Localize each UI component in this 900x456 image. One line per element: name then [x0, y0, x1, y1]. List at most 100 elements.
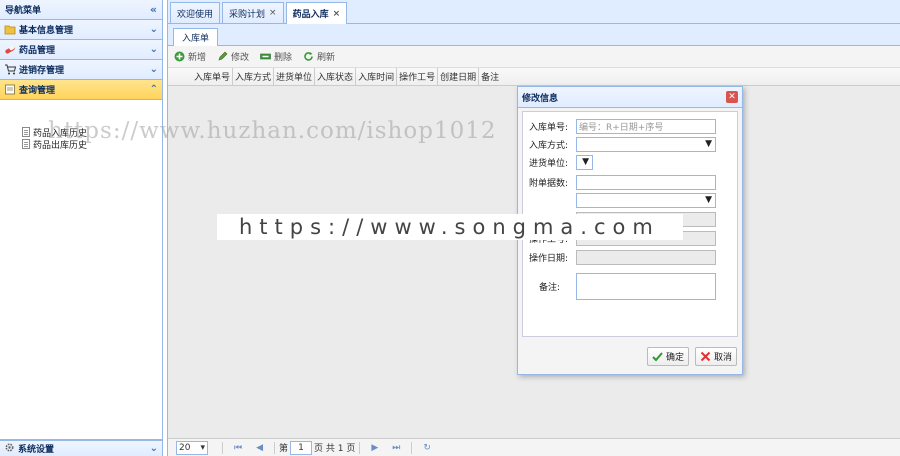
method-select[interactable]: ▼ — [576, 136, 716, 152]
tab-label: 采购计划 — [229, 9, 266, 20]
confirm-button[interactable]: 确定 — [646, 346, 689, 366]
divider — [359, 441, 361, 454]
sub-tab-label: 入库单 — [182, 34, 210, 44]
operate-date-input — [576, 249, 716, 265]
order-no-input[interactable]: 编号：R+日期+序号 — [576, 118, 716, 134]
field-label: 附单据数: — [529, 178, 569, 189]
supplier-select[interactable]: ▼ — [576, 154, 593, 170]
column-header[interactable]: 入库时间 — [356, 67, 398, 86]
dialog-footer: 确定 取消 — [518, 338, 742, 374]
delete-label: 删除 — [274, 53, 293, 63]
tab-label: 药品入库 — [292, 10, 329, 20]
navigation-panel: 导航菜单 « 基本信息管理 ⌄ 药品管理 ⌄ 进销存管理 ⌄ 查询管理 ⌃ 药品… — [0, 0, 163, 456]
divider — [222, 441, 223, 454]
column-header[interactable]: 创建日期 — [438, 67, 480, 86]
file-icon — [22, 127, 30, 137]
add-button[interactable]: 新增 — [174, 50, 206, 63]
add-icon — [174, 51, 185, 62]
cancel-icon — [700, 351, 711, 362]
page-number-input[interactable]: 1 — [290, 440, 313, 455]
nav-header: 导航菜单 « — [0, 0, 162, 20]
column-header[interactable]: 进货单位 — [274, 67, 316, 86]
prev-page-icon[interactable]: ◀ — [256, 443, 263, 453]
cancel-button[interactable]: 取消 — [694, 346, 737, 366]
dialog-header: 修改信息 ✕ — [518, 87, 742, 108]
tab-drug-inbound[interactable]: 药品入库 × — [285, 2, 348, 24]
tab-welcome[interactable]: 欢迎使用 — [170, 2, 221, 23]
sub-tab-bar: 入库单 — [168, 24, 900, 46]
edit-label: 修改 — [231, 53, 250, 63]
nav-section-basic-info[interactable]: 基本信息管理 ⌄ — [0, 20, 162, 40]
delete-button[interactable]: 删除 — [260, 50, 292, 63]
sub-tab-inbound-order[interactable]: 入库单 — [173, 28, 219, 46]
field-label: 进货单位: — [529, 158, 569, 169]
close-icon[interactable]: × — [333, 9, 341, 19]
next-page-icon[interactable]: ▶ — [371, 443, 378, 453]
tab-label: 欢迎使用 — [177, 9, 214, 20]
nav-section-label: 系统设置 — [18, 445, 55, 455]
field-row-method: 入库方式: ▼ — [529, 136, 716, 152]
field-row-supplier: 进货单位: ▼ — [529, 154, 593, 170]
nav-section-query[interactable]: 查询管理 ⌃ — [0, 80, 162, 100]
divider — [274, 441, 276, 454]
file-icon — [22, 139, 30, 149]
field-label: 入库单号: — [529, 122, 569, 133]
chevron-down-icon: ⌄ — [149, 64, 158, 75]
select-field[interactable]: ▼ — [576, 192, 716, 208]
field-row-operate-date: 操作日期: — [529, 249, 716, 265]
first-page-icon[interactable]: ⏮ — [234, 443, 242, 453]
chevron-up-icon: ⌃ — [149, 84, 158, 95]
last-page-icon[interactable]: ⏭ — [392, 443, 400, 453]
refresh-icon — [303, 51, 314, 62]
chevron-down-icon: ⌄ — [149, 44, 158, 55]
query-icon — [4, 84, 16, 95]
attach-count-input[interactable] — [576, 174, 716, 190]
field-row-attach-count: 附单据数: — [529, 174, 716, 190]
close-icon[interactable]: × — [269, 8, 277, 18]
nav-section-system-settings[interactable]: 系统设置 ⌄ — [0, 440, 162, 456]
tab-purchase-plan[interactable]: 采购计划 × — [222, 2, 284, 23]
remark-textarea[interactable] — [576, 272, 716, 300]
field-row-remark: 备注: — [529, 272, 716, 300]
field-row-hidden-select: ▼ — [529, 192, 716, 208]
tab-bar: 欢迎使用 采购计划 × 药品入库 × — [168, 0, 900, 24]
column-header[interactable]: 入库状态 — [315, 67, 357, 86]
refresh-button[interactable]: 刷新 — [303, 50, 335, 63]
watermark-middle: https://www.songma.com — [217, 214, 683, 240]
pill-icon — [4, 44, 16, 55]
chevron-down-icon: ⌄ — [149, 443, 158, 454]
remove-icon — [260, 51, 271, 62]
column-header[interactable]: 操作工号 — [397, 67, 439, 86]
reload-icon[interactable]: ↻ — [423, 443, 431, 453]
query-section-body: 药品入库历史 药品出库历史 — [0, 100, 162, 440]
field-label: 入库方式: — [529, 140, 569, 151]
nav-section-label: 基本信息管理 — [19, 26, 74, 36]
field-row-order-no: 入库单号: 编号：R+日期+序号 — [529, 118, 716, 134]
column-header[interactable]: 入库方式 — [233, 67, 275, 86]
page-size-select[interactable]: 20 ▾ — [176, 440, 208, 455]
cancel-label: 取消 — [713, 352, 732, 363]
dialog-title: 修改信息 — [522, 93, 559, 104]
page-size-value: 20 — [179, 442, 191, 453]
edit-button[interactable]: 修改 — [217, 50, 249, 63]
nav-section-label: 药品管理 — [19, 46, 56, 56]
nav-title: 导航菜单 — [5, 6, 42, 16]
gear-icon — [4, 442, 15, 456]
collapse-icon[interactable]: « — [150, 3, 157, 16]
cart-icon — [4, 64, 17, 75]
watermark-top: https://www.huzhan.com/ishop1012 — [48, 118, 497, 144]
dropdown-arrow-icon: ▾ — [200, 442, 205, 453]
nav-section-drug-management[interactable]: 药品管理 ⌄ — [0, 40, 162, 60]
pagination-bar: 20 ▾ ⏮ ◀ 第 1 页 共 1 页 ▶ ⏭ ↻ — [168, 438, 900, 456]
folder-icon — [4, 24, 16, 35]
nav-section-inventory[interactable]: 进销存管理 ⌄ — [0, 60, 162, 80]
close-icon[interactable]: ✕ — [726, 91, 738, 103]
column-header[interactable]: 备注 — [479, 68, 501, 86]
column-header[interactable]: 入库单号 — [192, 67, 234, 86]
grid-header: 入库单号 入库方式 进货单位 入库状态 入库时间 操作工号 创建日期 备注 — [168, 67, 900, 86]
grid-toolbar: 新增 修改 删除 刷新 — [168, 46, 900, 68]
add-label: 新增 — [188, 53, 207, 63]
refresh-label: 刷新 — [317, 53, 336, 63]
confirm-label: 确定 — [665, 352, 684, 363]
page-prefix: 第 — [279, 444, 289, 454]
